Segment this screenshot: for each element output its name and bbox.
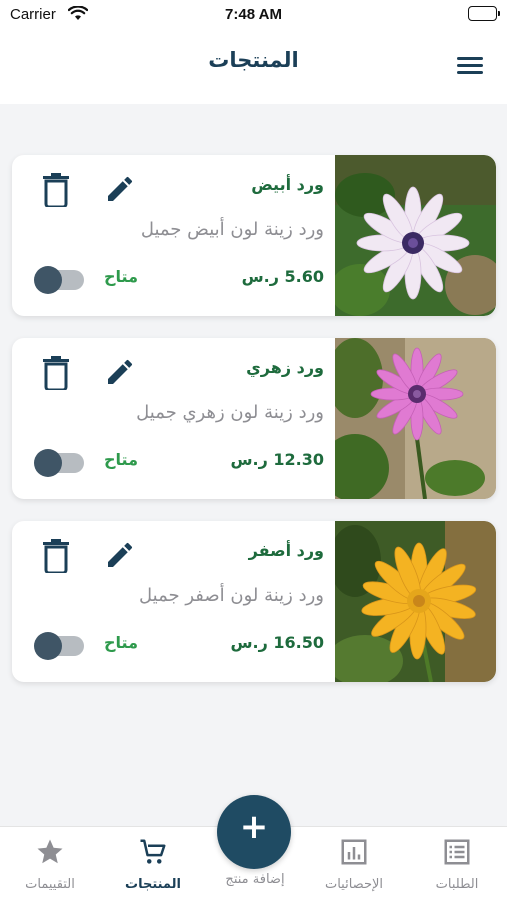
availability-label: متاح xyxy=(104,450,138,469)
tab-label: التقييمات xyxy=(25,877,75,892)
delete-trash-icon[interactable] xyxy=(42,539,70,575)
tab-label: الإحصائيات xyxy=(324,877,384,892)
tab-reviews[interactable]: التقييمات xyxy=(0,837,100,892)
tab-statistics[interactable]: الإحصائيات xyxy=(304,837,404,892)
product-name: ورد أصفر xyxy=(248,541,324,560)
tab-orders[interactable]: الطلبات xyxy=(407,837,507,892)
app-header: المنتجات xyxy=(0,30,507,104)
tab-label: الطلبات xyxy=(435,877,479,892)
cart-icon xyxy=(138,837,168,867)
delete-trash-icon[interactable] xyxy=(42,173,70,209)
tab-label: المنتجات xyxy=(125,877,181,892)
edit-pencil-icon[interactable] xyxy=(104,356,136,390)
yellow-daisy-image xyxy=(335,521,496,682)
product-description: ورد زينة لون زهري جميل xyxy=(136,402,324,423)
add-product-button[interactable]: + xyxy=(217,795,291,869)
availability-toggle[interactable] xyxy=(34,632,84,660)
edit-pencil-icon[interactable] xyxy=(104,539,136,573)
availability-toggle[interactable] xyxy=(34,266,84,294)
status-bar: Carrier 7:48 AM xyxy=(0,0,507,30)
product-price: 5.60 ر.س xyxy=(241,267,324,286)
availability-toggle[interactable] xyxy=(34,449,84,477)
hamburger-menu-icon[interactable] xyxy=(455,54,485,80)
product-price: 12.30 ر.س xyxy=(230,450,324,469)
product-name: ورد زهري xyxy=(246,358,324,377)
star-icon xyxy=(35,837,65,867)
add-product-label: إضافة منتج xyxy=(225,872,285,887)
product-description: ورد زينة لون أصفر جميل xyxy=(139,585,324,606)
edit-pencil-icon[interactable] xyxy=(104,173,136,207)
plus-icon: + xyxy=(239,807,269,847)
statistics-chart-icon xyxy=(339,837,369,867)
product-list: ورد أبيض ورد زينة لون أبيض جميل 5.60 ر.س… xyxy=(12,155,496,704)
availability-label: متاح xyxy=(104,267,138,286)
availability-label: متاح xyxy=(104,633,138,652)
battery-icon xyxy=(468,6,500,21)
clock: 7:48 AM xyxy=(225,6,282,23)
product-price: 16.50 ر.س xyxy=(230,633,324,652)
product-card[interactable]: ورد أبيض ورد زينة لون أبيض جميل 5.60 ر.س… xyxy=(12,155,496,316)
product-card[interactable]: ورد زهري ورد زينة لون زهري جميل 12.30 ر.… xyxy=(12,338,496,499)
product-description: ورد زينة لون أبيض جميل xyxy=(140,219,324,240)
page-title: المنتجات xyxy=(208,48,299,72)
product-name: ورد أبيض xyxy=(251,175,324,194)
delete-trash-icon[interactable] xyxy=(42,356,70,392)
product-card[interactable]: ورد أصفر ورد زينة لون أصفر جميل 16.50 ر.… xyxy=(12,521,496,682)
orders-list-icon xyxy=(442,837,472,867)
pink-daisy-image xyxy=(335,338,496,499)
tab-products[interactable]: المنتجات xyxy=(103,837,203,892)
white-daisy-image xyxy=(335,155,496,316)
